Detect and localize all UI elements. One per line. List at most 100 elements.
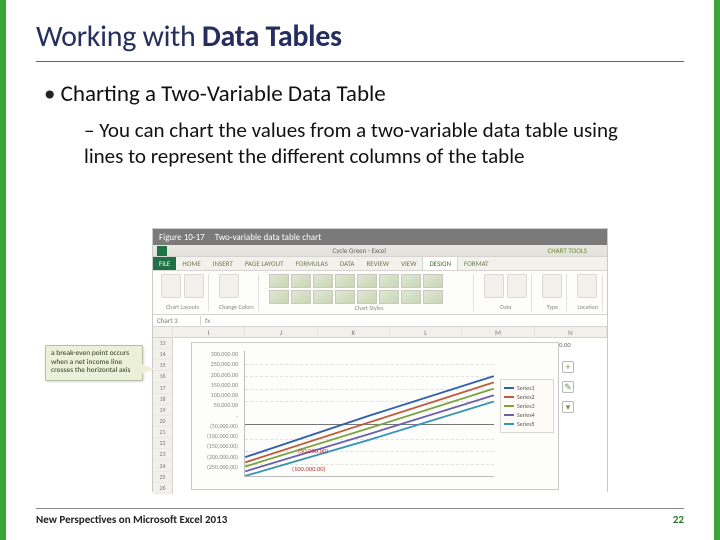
style-thumb[interactable] xyxy=(269,290,289,304)
style-thumb[interactable] xyxy=(313,290,333,304)
chart-side-buttons[interactable]: + ✎ ▾ xyxy=(562,361,574,413)
row-num[interactable]: 19 xyxy=(153,405,172,416)
row-num[interactable]: 22 xyxy=(153,438,172,449)
tab-insert[interactable]: INSERT xyxy=(207,257,239,270)
row-num[interactable]: 20 xyxy=(153,416,172,427)
ribbon-group-layouts: Chart Layouts xyxy=(157,274,209,311)
title-main: Data Tables xyxy=(195,18,341,55)
tab-data[interactable]: DATA xyxy=(334,257,361,270)
plot-area xyxy=(244,351,494,477)
chart-plus-icon[interactable]: + xyxy=(562,361,574,373)
y-tick: 150,000.00 xyxy=(211,381,238,389)
tab-format[interactable]: FORMAT xyxy=(458,257,495,270)
figure-number: Figure 10-17 xyxy=(159,232,205,243)
y-tick: (150,000.00) xyxy=(207,442,238,450)
tool-tab-label: CHART TOOLS xyxy=(547,246,587,255)
add-chart-element-button[interactable] xyxy=(161,274,181,298)
switch-row-column-button[interactable] xyxy=(484,274,504,298)
ribbon-tabs[interactable]: FILE HOME INSERT PAGE LAYOUT FORMULAS DA… xyxy=(153,257,607,271)
chart-brush-icon[interactable]: ✎ xyxy=(562,381,574,393)
tab-review[interactable]: REVIEW xyxy=(360,257,395,270)
footer-book-title: New Perspectives on Microsoft Excel 2013 xyxy=(36,513,227,526)
fx-icon[interactable]: fx xyxy=(201,316,214,325)
y-tick: 250,000.00 xyxy=(211,360,238,368)
col-M[interactable]: M xyxy=(462,327,534,338)
chart-series xyxy=(245,351,494,476)
worksheet-grid[interactable]: 100,000.00 115,000.00 135,000.00 255,000… xyxy=(153,338,607,494)
y-tick: (100,000.00) xyxy=(207,432,238,440)
figure-caption: Two-variable data table chart xyxy=(215,232,322,243)
row-num[interactable]: 21 xyxy=(153,427,172,438)
ribbon-group-data: Data xyxy=(480,274,532,311)
legend-item: Series1 xyxy=(517,384,535,392)
embedded-chart[interactable]: 300,000.00 250,000.00 200,000.00 150,000… xyxy=(191,342,559,490)
bullet-level-1: Charting a Two-Variable Data Table xyxy=(44,80,684,108)
row-num[interactable]: 17 xyxy=(153,383,172,394)
tab-home[interactable]: HOME xyxy=(176,257,206,270)
row-num[interactable]: 14 xyxy=(153,349,172,360)
slide-footer: New Perspectives on Microsoft Excel 2013… xyxy=(36,508,684,526)
y-tick: 50,000.00 xyxy=(214,401,238,409)
y-tick: 100,000.00 xyxy=(211,391,238,399)
move-chart-button[interactable] xyxy=(577,274,597,298)
callout-breakeven: a break-even point occurs when a net inc… xyxy=(45,345,143,381)
formula-bar[interactable]: Chart 3 fx xyxy=(153,315,607,327)
col-K[interactable]: K xyxy=(318,327,390,338)
style-thumb[interactable] xyxy=(335,274,355,288)
style-thumb[interactable] xyxy=(379,274,399,288)
style-thumb[interactable] xyxy=(379,290,399,304)
style-thumb[interactable] xyxy=(401,290,421,304)
col-I[interactable]: I xyxy=(173,327,245,338)
tab-file[interactable]: FILE xyxy=(153,257,176,270)
y-axis-labels: 300,000.00 250,000.00 200,000.00 150,000… xyxy=(194,349,242,477)
style-thumb[interactable] xyxy=(313,274,333,288)
style-thumb[interactable] xyxy=(269,274,289,288)
figure: Figure 10-17 Two-variable data table cha… xyxy=(152,228,608,492)
chart-filter-icon[interactable]: ▾ xyxy=(562,401,574,413)
name-box[interactable]: Chart 3 xyxy=(153,316,201,325)
tab-formulas[interactable]: FORMULAS xyxy=(290,257,334,270)
ribbon-group-type: Type xyxy=(538,274,567,311)
ribbon-label-layouts: Chart Layouts xyxy=(161,303,204,311)
style-thumb[interactable] xyxy=(291,290,311,304)
row-num[interactable]: 24 xyxy=(153,461,172,472)
neg-data-label: (100,000.00) xyxy=(292,465,326,473)
ribbon-group-location: Location xyxy=(573,274,603,311)
row-num[interactable]: 16 xyxy=(153,371,172,382)
row-num[interactable]: 13 xyxy=(153,338,172,349)
row-num[interactable]: 18 xyxy=(153,394,172,405)
quick-layout-button[interactable] xyxy=(184,274,204,298)
style-thumb[interactable] xyxy=(357,274,377,288)
tab-pagelayout[interactable]: PAGE LAYOUT xyxy=(239,257,290,270)
tab-view[interactable]: VIEW xyxy=(395,257,422,270)
ribbon-group-styles: Chart Styles xyxy=(265,274,475,311)
style-thumb[interactable] xyxy=(291,274,311,288)
excel-window: Cycle Green - Excel CHART TOOLS FILE HOM… xyxy=(153,245,607,491)
legend-item: Series3 xyxy=(517,402,535,410)
slide-title: Working with Data Tables xyxy=(36,18,684,62)
chart-style-gallery[interactable] xyxy=(269,274,470,304)
ribbon-label-data: Data xyxy=(484,303,527,311)
col-L[interactable]: L xyxy=(390,327,462,338)
ribbon-label-styles: Chart Styles xyxy=(269,304,470,312)
row-num[interactable]: 26 xyxy=(153,483,172,494)
row-num[interactable]: 15 xyxy=(153,360,172,371)
row-num[interactable]: 25 xyxy=(153,472,172,483)
style-thumb[interactable] xyxy=(423,274,443,288)
legend-item: Series2 xyxy=(517,393,535,401)
style-thumb[interactable] xyxy=(401,274,421,288)
col-N[interactable]: N xyxy=(535,327,607,338)
change-chart-type-button[interactable] xyxy=(542,274,562,298)
ribbon: Chart Layouts Change Colors Chart Styles xyxy=(153,271,607,315)
style-thumb[interactable] xyxy=(357,290,377,304)
y-tick: 200,000.00 xyxy=(211,371,238,379)
style-thumb[interactable] xyxy=(335,290,355,304)
row-num[interactable]: 23 xyxy=(153,449,172,460)
change-colors-button[interactable] xyxy=(219,274,239,298)
tab-design[interactable]: DESIGN xyxy=(422,256,458,270)
col-J[interactable]: J xyxy=(245,327,317,338)
select-data-button[interactable] xyxy=(507,274,527,298)
style-thumb[interactable] xyxy=(423,290,443,304)
col-corner[interactable] xyxy=(153,327,173,338)
chart-legend: Series1 Series2 Series3 Series4 Series5 xyxy=(500,379,554,433)
